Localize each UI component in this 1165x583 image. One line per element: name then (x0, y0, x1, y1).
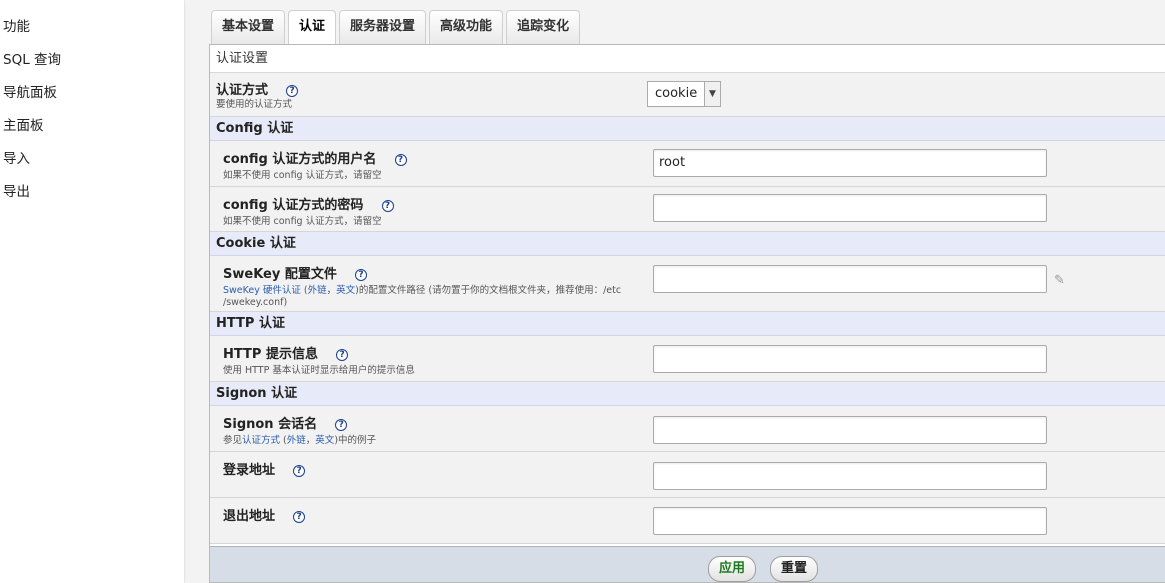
signon-desc-pre: 参见 (223, 435, 243, 446)
auth-type-select[interactable]: cookie ▼ (647, 81, 721, 107)
swekey-doc-link[interactable]: SweKey 硬件认证 (223, 285, 301, 296)
row-signon-session: Signon 会话名 ? 参见认证方式 (外链，英文)中的例子 (210, 406, 1165, 452)
sidebar-item-export[interactable]: 导出 (0, 181, 184, 214)
config-password-label: config 认证方式的密码 (223, 198, 364, 213)
auth-type-select-value: cookie (655, 86, 698, 101)
row-auth-type: 认证方式 ? 要使用的认证方式 cookie ▼ (210, 73, 1165, 117)
http-realm-desc: 使用 HTTP 基本认证时显示给用户的提示信息 (223, 365, 415, 376)
form-footer: 应用 重置 (210, 546, 1165, 582)
sidebar-item-import[interactable]: 导入 (0, 148, 184, 181)
apply-button[interactable]: 应用 (708, 556, 757, 582)
swekey-label-group: SweKey 配置文件 ? SweKey 硬件认证 (外链，英文)的配置文件路径… (223, 263, 643, 309)
http-realm-label-group: HTTP 提示信息 ? 使用 HTTP 基本认证时显示给用户的提示信息 (223, 343, 643, 377)
sidebar-item-navigation-panel[interactable]: 导航面板 (0, 82, 184, 115)
chevron-down-icon: ▼ (704, 82, 720, 106)
sidebar-item-sql-query[interactable]: SQL 查询 (0, 49, 184, 82)
signon-auth-link[interactable]: 认证方式 (242, 435, 280, 446)
question-circle-icon[interactable]: ? (335, 419, 348, 431)
section-config-auth: Config 认证 (210, 117, 1165, 141)
row-swekey: SweKey 配置文件 ? SweKey 硬件认证 (外链，英文)的配置文件路径… (210, 256, 1165, 312)
question-circle-icon[interactable]: ? (394, 154, 407, 166)
question-circle-icon[interactable]: ? (293, 465, 306, 477)
signon-session-label-group: Signon 会话名 ? 参见认证方式 (外链，英文)中的例子 (223, 413, 643, 447)
logout-url-label: 退出地址 (223, 509, 276, 524)
config-password-desc: 如果不使用 config 认证方式，请留空 (223, 216, 382, 227)
signon-session-desc: 参见认证方式 (外链，英文)中的例子 (223, 435, 643, 447)
config-user-label: config 认证方式的用户名 (223, 152, 377, 167)
reset-button[interactable]: 重置 (770, 556, 819, 582)
pencil-icon[interactable]: ✎ (1054, 273, 1065, 288)
swekey-desc-open: ( (300, 285, 308, 296)
http-realm-input[interactable] (653, 345, 1047, 373)
question-circle-icon[interactable]: ? (336, 349, 349, 361)
config-user-input[interactable]: root (653, 149, 1047, 177)
sidebar: 功能 SQL 查询 导航面板 主面板 导入 导出 (0, 0, 185, 583)
auth-type-desc: 要使用的认证方式 (216, 99, 293, 110)
signon-session-input[interactable] (653, 416, 1047, 444)
auth-settings-panel: 认证设置 认证方式 ? 要使用的认证方式 cookie ▼ Config 认证 … (209, 44, 1165, 583)
config-user-desc: 如果不使用 config 认证方式，请留空 (223, 170, 382, 181)
tab-basic-settings[interactable]: 基本设置 (211, 10, 286, 44)
sidebar-item-main-panel[interactable]: 主面板 (0, 115, 184, 148)
swekey-external-link[interactable]: 外链 (308, 285, 327, 296)
swekey-config-input[interactable] (653, 265, 1047, 293)
row-config-user: config 认证方式的用户名 ? 如果不使用 config 认证方式，请留空 … (210, 141, 1165, 187)
http-realm-label: HTTP 提示信息 (223, 347, 318, 362)
row-config-password: config 认证方式的密码 ? 如果不使用 config 认证方式，请留空 (210, 187, 1165, 232)
swekey-english-link[interactable]: 英文 (336, 285, 355, 296)
signon-external-link[interactable]: 外链 (287, 435, 306, 446)
signon-desc-rest: )中的例子 (334, 435, 377, 446)
auth-type-label: 认证方式 (216, 83, 269, 98)
question-circle-icon[interactable]: ? (286, 85, 299, 97)
tab-tracking[interactable]: 追踪变化 (506, 10, 581, 44)
row-logout-url: 退出地址 ? (210, 498, 1165, 544)
question-circle-icon[interactable]: ? (293, 511, 306, 523)
auth-type-label-group: 认证方式 ? 要使用的认证方式 (216, 79, 636, 111)
config-password-label-group: config 认证方式的密码 ? 如果不使用 config 认证方式，请留空 (223, 194, 643, 228)
swekey-desc: SweKey 硬件认证 (外链，英文)的配置文件路径 (请勿置于你的文档根文件夹… (223, 285, 643, 309)
swekey-label: SweKey 配置文件 (223, 267, 337, 282)
config-user-label-group: config 认证方式的用户名 ? 如果不使用 config 认证方式，请留空 (223, 148, 643, 182)
tab-bar: 基本设置 认证 服务器设置 高级功能 追踪变化 (211, 10, 581, 45)
section-cookie-auth: Cookie 认证 (210, 232, 1165, 256)
panel-legend: 认证设置 (210, 45, 1165, 73)
row-http-realm: HTTP 提示信息 ? 使用 HTTP 基本认证时显示给用户的提示信息 (210, 336, 1165, 382)
section-signon-auth: Signon 认证 (210, 382, 1165, 406)
signon-session-label: Signon 会话名 (223, 417, 318, 432)
signon-url-label: 登录地址 (223, 463, 276, 478)
section-http-auth: HTTP 认证 (210, 312, 1165, 336)
signon-desc-open: ( (280, 435, 287, 446)
swekey-desc-comma: ， (326, 285, 337, 296)
config-password-input[interactable] (653, 194, 1047, 222)
logout-url-input[interactable] (653, 507, 1047, 535)
tab-advanced-features[interactable]: 高级功能 (429, 10, 504, 44)
row-signon-url: 登录地址 ? (210, 452, 1165, 498)
tab-authentication[interactable]: 认证 (288, 10, 337, 45)
question-circle-icon[interactable]: ? (355, 269, 367, 281)
logout-url-label-group: 退出地址 ? (223, 505, 306, 524)
question-circle-icon[interactable]: ? (381, 200, 394, 212)
signon-english-link[interactable]: 英文 (315, 435, 334, 446)
signon-url-input[interactable] (653, 462, 1047, 490)
signon-desc-comma: ， (305, 435, 316, 446)
signon-url-label-group: 登录地址 ? (223, 459, 306, 478)
sidebar-item-features[interactable]: 功能 (0, 16, 184, 49)
tab-server-settings[interactable]: 服务器设置 (339, 10, 427, 44)
sidebar-list: 功能 SQL 查询 导航面板 主面板 导入 导出 (0, 0, 184, 214)
